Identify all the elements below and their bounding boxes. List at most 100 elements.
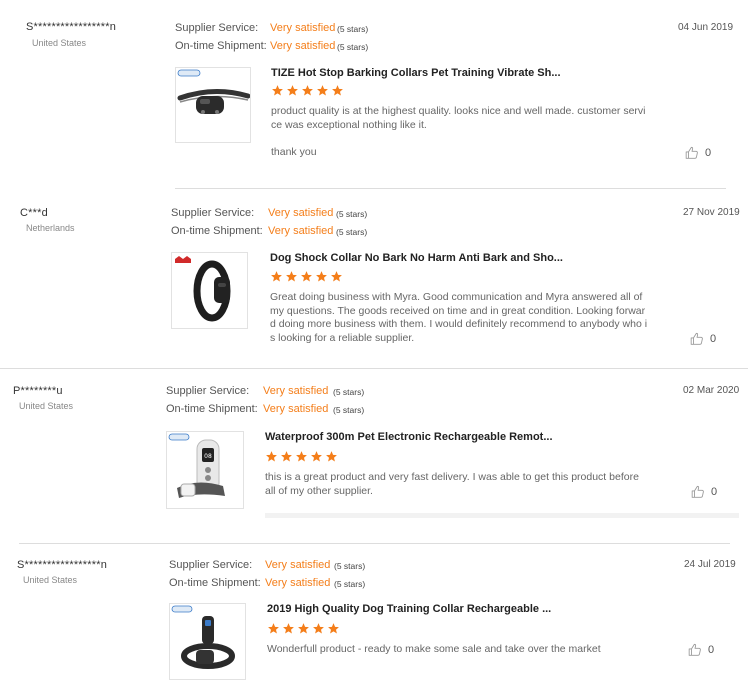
reviewer-name: C***d	[20, 207, 48, 219]
star-icon	[317, 85, 328, 96]
supplier-service-rating: Very satisfied	[265, 559, 331, 571]
reviewer-name: P********u	[13, 385, 63, 397]
thumbs-up-icon	[690, 332, 703, 345]
on-time-shipment-rating: Very satisfied	[263, 403, 329, 415]
star-icon	[316, 271, 327, 282]
review-text-line: s looking for a reliable supplier.	[270, 331, 415, 344]
like-count: 0	[705, 146, 712, 159]
black-collar-image[interactable]	[171, 252, 248, 329]
on-time-shipment-label: On-time Shipment:	[175, 40, 267, 52]
reviewer-name: S*****************n	[26, 21, 117, 33]
star-icon	[296, 451, 307, 462]
supplier-service-label: Supplier Service:	[166, 385, 250, 397]
supplier-service-label: Supplier Service:	[169, 559, 253, 571]
star-icon	[311, 451, 322, 462]
supplier-service-label: Supplier Service:	[171, 207, 255, 219]
thumbs-up-icon	[685, 146, 698, 159]
bark-collar-image[interactable]	[175, 67, 251, 143]
on-time-shipment-label: On-time Shipment:	[166, 403, 258, 415]
product-title[interactable]: TIZE Hot Stop Barking Collars Pet Traini…	[271, 67, 561, 79]
divider	[0, 368, 748, 369]
product-title[interactable]: Dog Shock Collar No Bark No Harm Anti Ba…	[270, 252, 563, 264]
product-rating-stars	[265, 450, 338, 464]
supplier-service-stars: (5 stars)	[337, 24, 369, 34]
divider	[175, 188, 726, 189]
like-count: 0	[708, 643, 715, 656]
product-title[interactable]: Waterproof 300m Pet Electronic Rechargea…	[265, 431, 553, 443]
supplier-service-rating: Very satisfied	[268, 207, 334, 219]
like-button[interactable]: 0	[685, 146, 711, 159]
product-rating-stars	[267, 622, 340, 636]
supplier-service-label: Supplier Service:	[175, 22, 259, 34]
star-icon	[283, 623, 294, 634]
remote-trainer-image[interactable]: 08	[166, 431, 244, 509]
product-rating-stars	[271, 84, 344, 98]
star-icon	[298, 623, 309, 634]
product-title[interactable]: 2019 High Quality Dog Training Collar Re…	[267, 603, 551, 615]
star-icon	[302, 85, 313, 96]
on-time-shipment-stars: (5 stars)	[337, 42, 369, 52]
on-time-shipment-label: On-time Shipment:	[169, 577, 261, 589]
review-card: S*****************n United States Suppli…	[0, 545, 750, 697]
on-time-shipment-rating: Very satisfied	[268, 225, 334, 237]
review-text: product quality is at the highest qualit…	[271, 105, 646, 159]
like-count: 0	[711, 485, 718, 498]
review-text-line: Great doing business with Myra. Good com…	[270, 291, 643, 303]
review-card: C***d Netherlands Supplier Service: Very…	[0, 190, 750, 370]
svg-text:08: 08	[204, 453, 212, 460]
review-text-line: my questions. The goods received on time…	[270, 304, 646, 317]
review-text-line: ce was exceptional nothing like it.	[271, 118, 427, 131]
review-date: 02 Mar 2020	[683, 385, 740, 396]
supplier-service-rating: Very satisfied	[270, 22, 336, 34]
review-date: 24 Jul 2019	[684, 559, 736, 570]
supplier-service-stars: (5 stars)	[334, 561, 366, 571]
review-text-line: all of my other supplier.	[265, 484, 373, 497]
reviewer-country: United States	[23, 575, 78, 585]
review-text-line	[271, 132, 646, 146]
star-icon	[268, 623, 279, 634]
on-time-shipment-label: On-time Shipment:	[171, 225, 263, 237]
on-time-shipment-stars: (5 stars)	[333, 405, 365, 415]
star-icon	[313, 623, 324, 634]
on-time-shipment-rating: Very satisfied	[270, 40, 336, 52]
review-card: P********u United States Supplier Servic…	[0, 370, 750, 545]
review-card: S*****************n United States Suppli…	[0, 0, 750, 190]
reviewer-country: United States	[32, 38, 87, 48]
review-text-line: thank you	[271, 145, 317, 158]
like-button[interactable]: 0	[691, 485, 717, 498]
divider	[265, 513, 739, 518]
star-icon	[271, 271, 282, 282]
star-icon	[331, 271, 342, 282]
review-text-line: product quality is at the highest qualit…	[271, 105, 646, 117]
review-date: 27 Nov 2019	[683, 207, 740, 218]
supplier-service-rating: Very satisfied	[263, 385, 329, 397]
star-icon	[272, 85, 283, 96]
like-button[interactable]: 0	[690, 332, 716, 345]
thumbs-up-icon	[688, 643, 701, 656]
on-time-shipment-rating: Very satisfied	[265, 577, 331, 589]
review-text: Wonderfull product - ready to make some …	[267, 643, 601, 657]
reviewer-country: United States	[19, 401, 74, 411]
star-icon	[328, 623, 339, 634]
review-text: Great doing business with Myra. Good com…	[270, 291, 647, 345]
star-icon	[286, 271, 297, 282]
like-button[interactable]: 0	[688, 643, 714, 656]
reviewer-name: S*****************n	[17, 559, 108, 571]
star-icon	[287, 85, 298, 96]
star-icon	[281, 451, 292, 462]
star-icon	[266, 451, 277, 462]
review-text-line: d doing more business with them. I would…	[270, 318, 648, 331]
supplier-service-stars: (5 stars)	[336, 209, 368, 219]
divider	[19, 543, 730, 544]
review-text-line: this is a great product and very fast de…	[265, 471, 639, 483]
review-text-line: Wonderfull product - ready to make some …	[267, 643, 601, 655]
review-date: 04 Jun 2019	[678, 22, 734, 33]
star-icon	[326, 451, 337, 462]
review-text: this is a great product and very fast de…	[265, 471, 639, 498]
training-collar-image[interactable]	[169, 603, 246, 680]
reviewer-country: Netherlands	[26, 223, 75, 233]
star-icon	[332, 85, 343, 96]
thumbs-up-icon	[691, 485, 704, 498]
supplier-service-stars: (5 stars)	[333, 387, 365, 397]
product-rating-stars	[270, 270, 343, 284]
